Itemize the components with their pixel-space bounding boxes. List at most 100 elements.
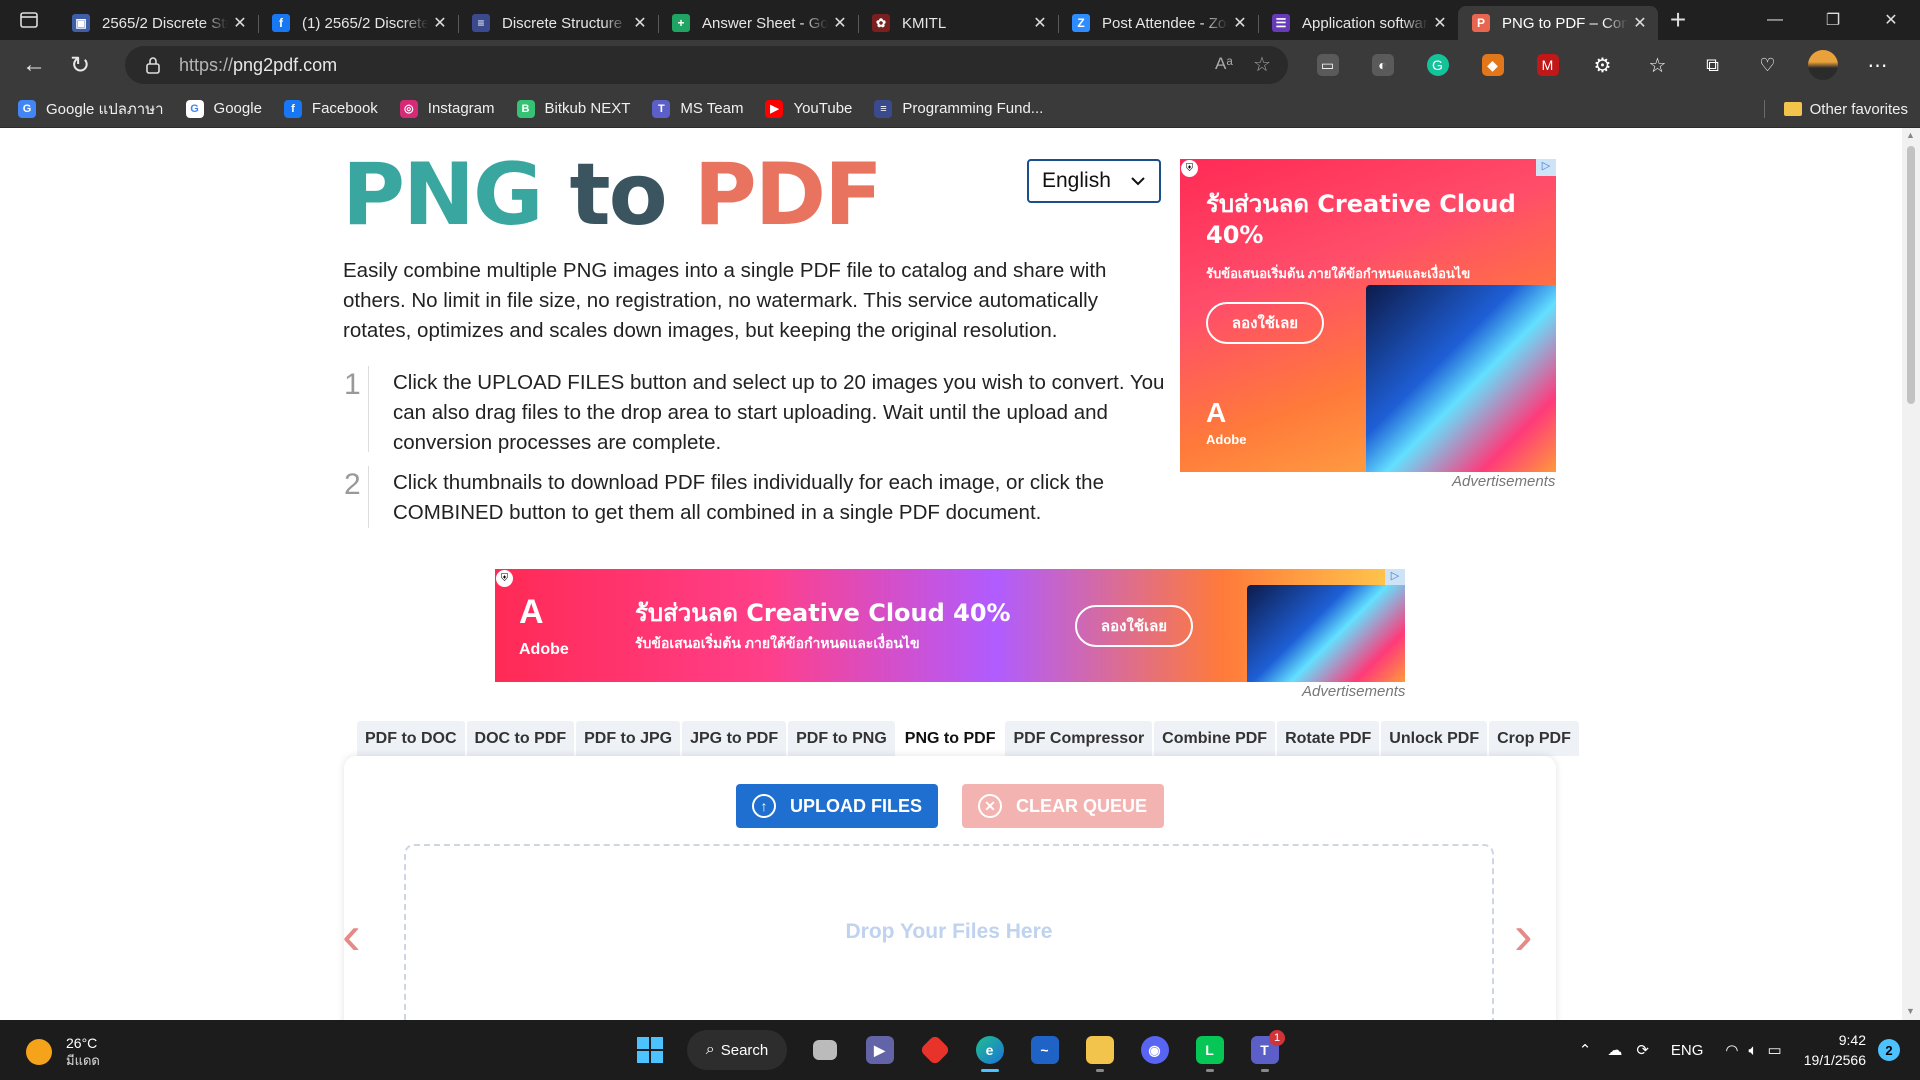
sync-icon[interactable]: ⟳ (1636, 1041, 1649, 1059)
ext-extensions[interactable]: ⚙ (1575, 40, 1630, 90)
tool-tab[interactable]: JPG to PDF (682, 721, 787, 756)
browser-tab[interactable]: ▣ 2565/2 Discrete Structure✕ (58, 6, 258, 40)
favorite-link[interactable]: ▶ YouTube (765, 97, 852, 121)
task-view-button[interactable] (797, 1028, 852, 1072)
edge-button[interactable]: e (962, 1028, 1017, 1072)
close-tab-icon[interactable]: ✕ (1432, 15, 1448, 32)
ad-cta-button[interactable]: ลองใช้เลย (1206, 302, 1324, 344)
tool-tab[interactable]: Combine PDF (1154, 721, 1276, 756)
settings-menu-button[interactable]: ⋯ (1850, 40, 1905, 90)
ext-mcafee[interactable]: M (1520, 40, 1575, 90)
file-explorer-button[interactable] (1072, 1028, 1127, 1072)
restore-button[interactable]: ❐ (1804, 0, 1862, 40)
banner-advertisement[interactable]: ⛨ ▷ A Adobe รับส่วนลด Creative Cloud 40%… (495, 569, 1405, 682)
back-button[interactable]: ← (12, 43, 56, 87)
browser-tab[interactable]: ≡ Discrete Structure ✕ (458, 6, 658, 40)
scroll-thumb[interactable] (1907, 146, 1915, 404)
close-tab-icon[interactable]: ✕ (632, 15, 648, 32)
ext-favorites[interactable]: ☆ (1630, 40, 1685, 90)
profile-button[interactable] (1795, 40, 1850, 90)
tool-tab[interactable]: PDF to DOC (357, 721, 465, 756)
wifi-icon[interactable]: ◠ (1725, 1041, 1738, 1059)
close-tab-icon[interactable]: ✕ (232, 15, 248, 32)
next-arrow-icon[interactable]: › (1514, 902, 1533, 967)
side-advertisement[interactable]: ⛨ ▷ รับส่วนลด Creative Cloud 40% รับข้อเ… (1180, 159, 1556, 472)
discord-button[interactable]: ◉ (1127, 1028, 1182, 1072)
browser-tab[interactable]: ✿ KMITL ✕ (858, 6, 1058, 40)
browser-tab[interactable]: P PNG to PDF – Convert✕ (1458, 6, 1658, 40)
ad-cta-button[interactable]: ลองใช้เลย (1075, 605, 1193, 647)
scroll-up-icon[interactable]: ▲ (1906, 130, 1915, 140)
ad-info-icon[interactable]: ▷ (1536, 159, 1556, 176)
tool-tab[interactable]: PDF Compressor (1005, 721, 1153, 756)
close-tab-icon[interactable]: ✕ (1032, 15, 1048, 32)
ext-browser-essentials[interactable]: ♡ (1740, 40, 1795, 90)
battery-icon[interactable]: ▭ (1768, 1041, 1782, 1059)
language-select[interactable]: English (1027, 159, 1161, 203)
favorite-link[interactable]: T MS Team (652, 97, 743, 121)
close-tab-icon[interactable]: ✕ (1232, 15, 1248, 32)
upload-files-button[interactable]: ↑ UPLOAD FILES (736, 784, 938, 828)
favorite-link[interactable]: ◎ Instagram (399, 97, 495, 121)
refresh-button[interactable]: ↻ (58, 43, 102, 87)
favorite-link[interactable]: G Google (185, 97, 262, 121)
favorite-link[interactable]: B Bitkub NEXT (516, 97, 630, 121)
tool-tab[interactable]: Rotate PDF (1277, 721, 1380, 756)
volume-icon[interactable]: 🔈︎ (1749, 1042, 1758, 1059)
ext-metamask[interactable]: ◆ (1465, 40, 1520, 90)
clear-queue-button[interactable]: ✕ CLEAR QUEUE (962, 784, 1164, 828)
tool-tab[interactable]: Unlock PDF (1381, 721, 1488, 756)
favorite-label: Google (213, 100, 262, 117)
step-text-1: Click the UPLOAD FILES button and select… (393, 371, 1165, 454)
browser-tab[interactable]: + Answer Sheet - Google Sheets✕ (658, 6, 858, 40)
minimize-button[interactable]: — (1746, 0, 1804, 40)
favorites-icon: ☆ (1648, 54, 1667, 77)
tool-tab[interactable]: PNG to PDF (896, 721, 1004, 756)
onedrive-icon[interactable]: ☁ (1607, 1041, 1622, 1059)
close-tab-icon[interactable]: ✕ (1632, 15, 1648, 32)
other-favorites[interactable]: Other favorites (1763, 90, 1908, 128)
notification-badge[interactable]: 2 (1878, 1039, 1900, 1061)
browser-tab[interactable]: f (1) 2565/2 Discrete Structure✕ (258, 6, 458, 40)
chevron-up-icon[interactable]: ⌃ (1579, 1041, 1592, 1059)
prev-arrow-icon[interactable]: ‹ (342, 902, 361, 967)
ext-collections2[interactable]: ⧉ (1685, 40, 1740, 90)
site-logo[interactable]: PNG to PDF (342, 152, 883, 238)
favorite-link[interactable]: ≡ Programming Fund... (874, 97, 1043, 121)
line-button[interactable]: L (1182, 1028, 1237, 1072)
browser-tab[interactable]: Z Post Attendee - Zoom✕ (1058, 6, 1258, 40)
address-bar[interactable]: https://png2pdf.com Aᵃ ☆ (125, 46, 1288, 84)
tool-tab[interactable]: Crop PDF (1489, 721, 1579, 756)
tool-tab[interactable]: PDF to PNG (788, 721, 895, 756)
teams-button[interactable]: T 1 (1237, 1028, 1292, 1072)
ext-collections[interactable]: ▭ (1300, 40, 1355, 90)
input-language[interactable]: ENG (1671, 1042, 1704, 1059)
taskbar-search[interactable]: ⌕ Search (687, 1030, 787, 1070)
close-tab-icon[interactable]: ✕ (432, 15, 448, 32)
scroll-down-icon[interactable]: ▼ (1906, 1006, 1915, 1016)
read-aloud-icon[interactable]: Aᵃ (1215, 54, 1233, 74)
page-scrollbar[interactable]: ▲ ▼ (1902, 128, 1920, 1020)
new-tab-button[interactable]: + (1658, 0, 1698, 40)
ad-info-icon[interactable]: ▷ (1385, 569, 1405, 586)
logo-to: to (569, 145, 668, 245)
favorite-star-icon[interactable]: ☆ (1253, 52, 1271, 77)
ext-tracking[interactable]: ◐ (1355, 40, 1410, 90)
whiteboard-button[interactable]: ~ (1017, 1028, 1072, 1072)
teams-chat-button[interactable]: ▶ (852, 1028, 907, 1072)
close-window-button[interactable]: ✕ (1862, 0, 1920, 40)
start-button[interactable] (622, 1028, 677, 1072)
favorite-link[interactable]: G Google แปลภาษา (18, 97, 164, 121)
browser-tab[interactable]: ☰ Application software ✕ (1258, 6, 1458, 40)
tool-tab[interactable]: PDF to JPG (576, 721, 681, 756)
drop-zone[interactable]: Drop Your Files Here (404, 844, 1494, 1020)
app-button[interactable] (907, 1028, 962, 1072)
favorite-link[interactable]: f Facebook (283, 97, 378, 121)
ext-grammarly[interactable]: G (1410, 40, 1465, 90)
tab-actions-button[interactable] (0, 0, 58, 40)
window-controls: — ❐ ✕ (1746, 0, 1920, 40)
clock[interactable]: 9:42 19/1/2566 (1804, 1030, 1866, 1070)
weather-widget[interactable]: 26°C มีแดด (26, 1034, 100, 1070)
tool-tab[interactable]: DOC to PDF (466, 721, 575, 756)
close-tab-icon[interactable]: ✕ (832, 15, 848, 32)
